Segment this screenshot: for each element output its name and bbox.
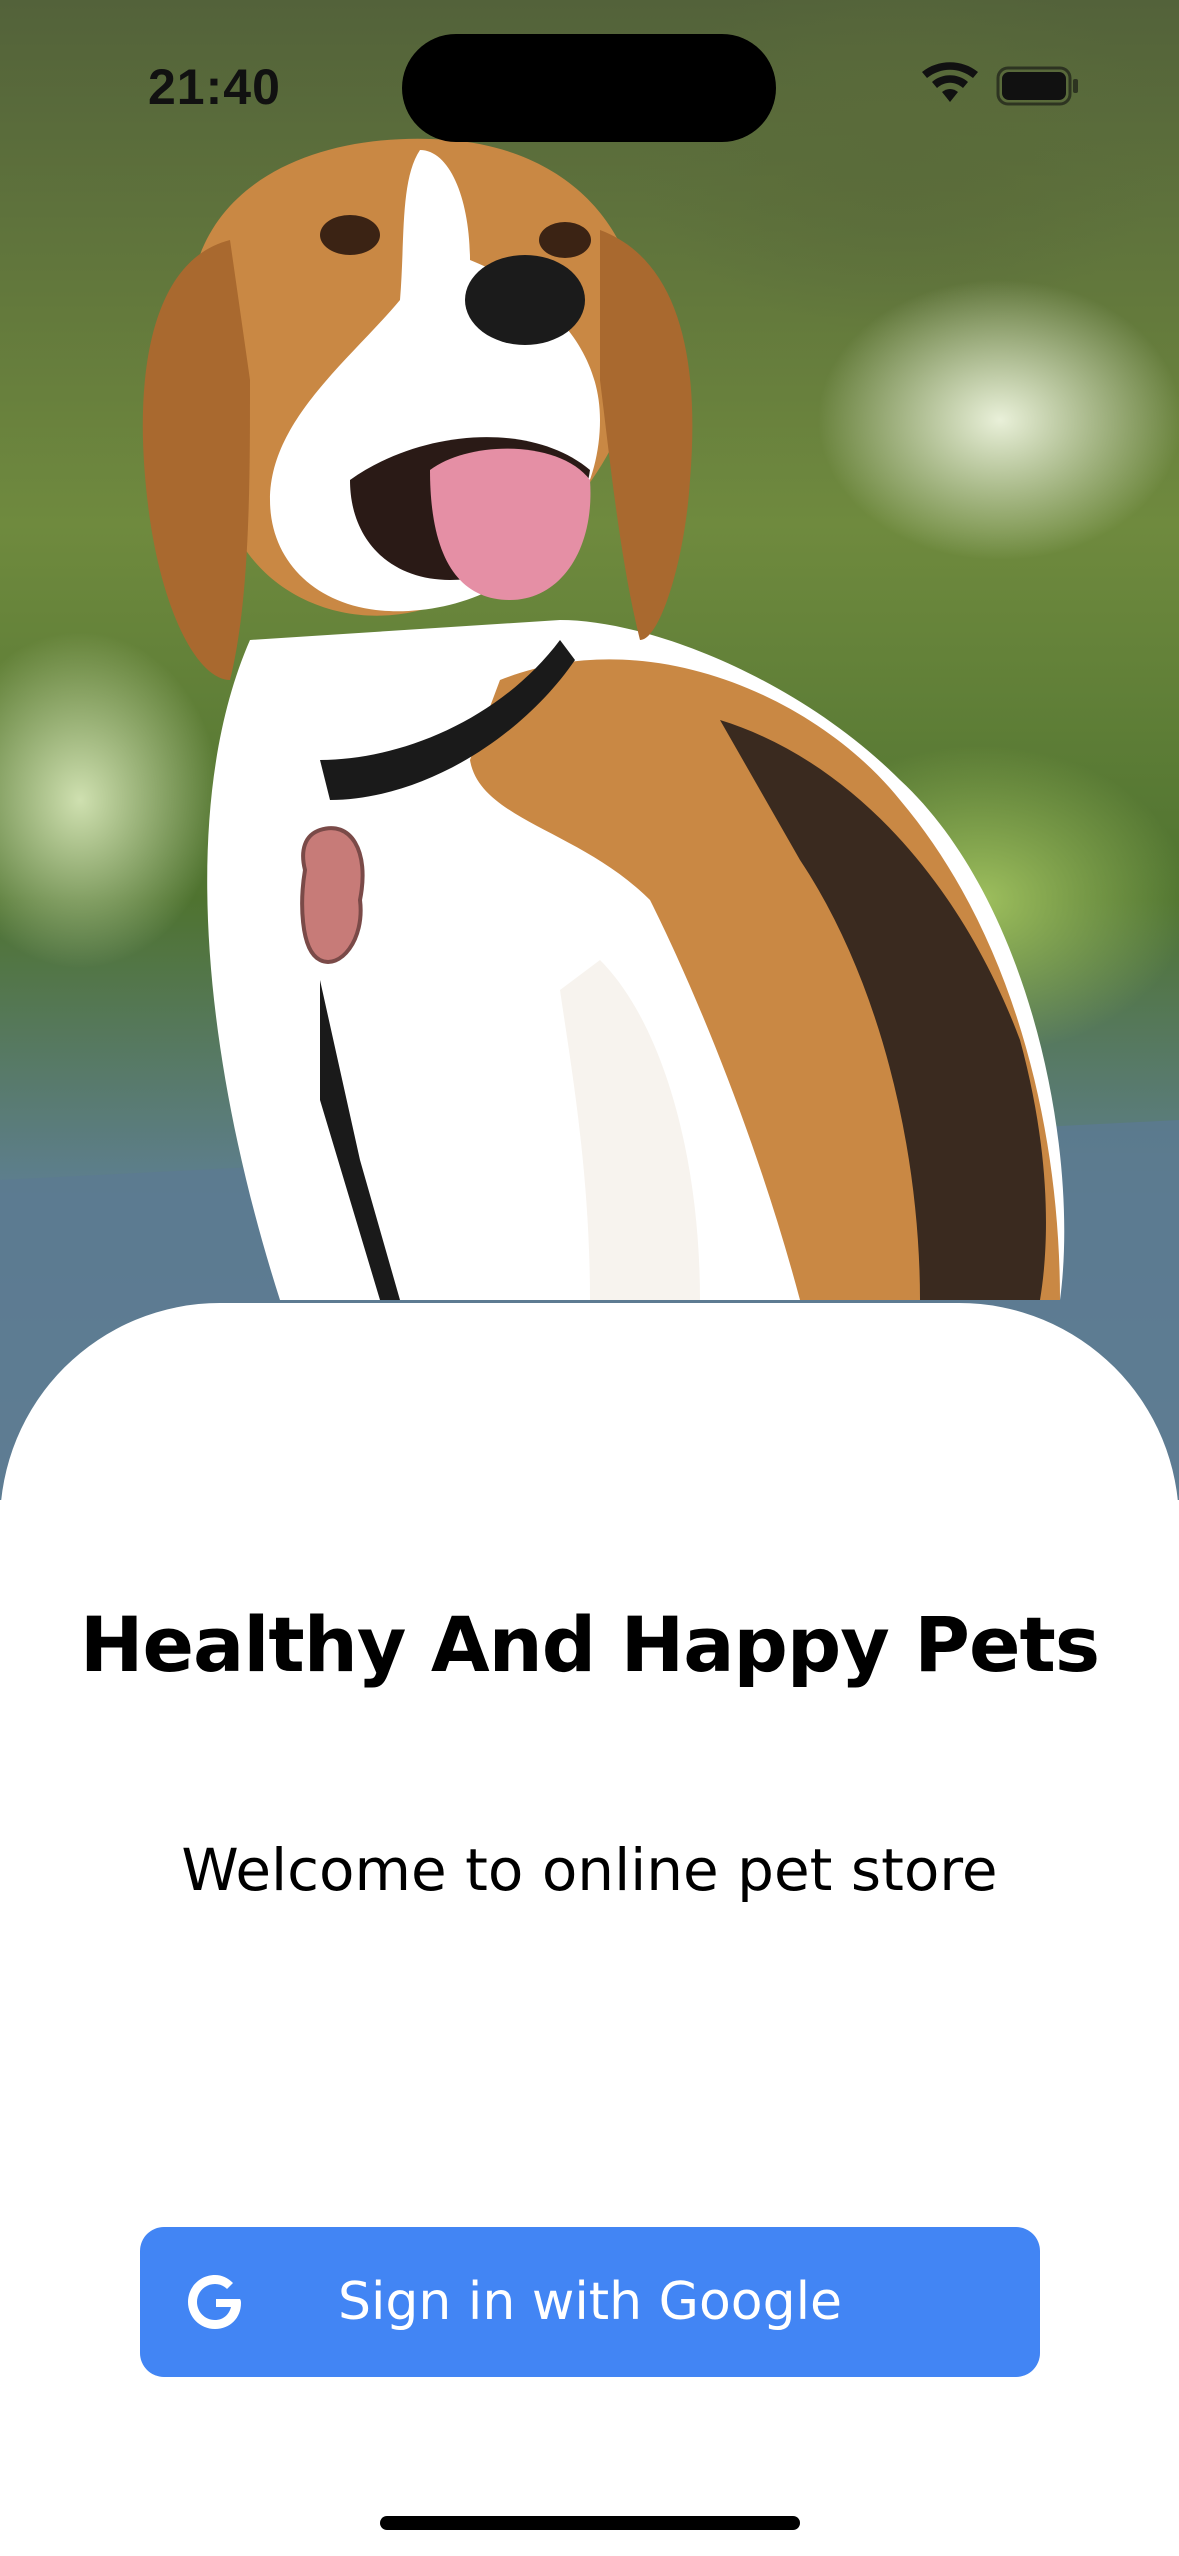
page-title: Healthy And Happy Pets (79, 1600, 1100, 1689)
status-time: 21:40 (148, 59, 281, 115)
sign-in-label: Sign in with Google (337, 2272, 843, 2332)
wifi-icon (922, 62, 978, 102)
home-indicator (380, 2516, 800, 2530)
page-subtitle: Welcome to online pet store (181, 1836, 998, 1904)
dynamic-island (402, 34, 776, 142)
status-bar: 21:40 (0, 0, 1179, 170)
beagle-dog-illustration (0, 138, 1179, 1500)
hero-photo (0, 0, 1179, 1500)
sign-in-with-google-button[interactable]: Sign in with Google (140, 2227, 1040, 2377)
battery-icon (996, 66, 1078, 106)
